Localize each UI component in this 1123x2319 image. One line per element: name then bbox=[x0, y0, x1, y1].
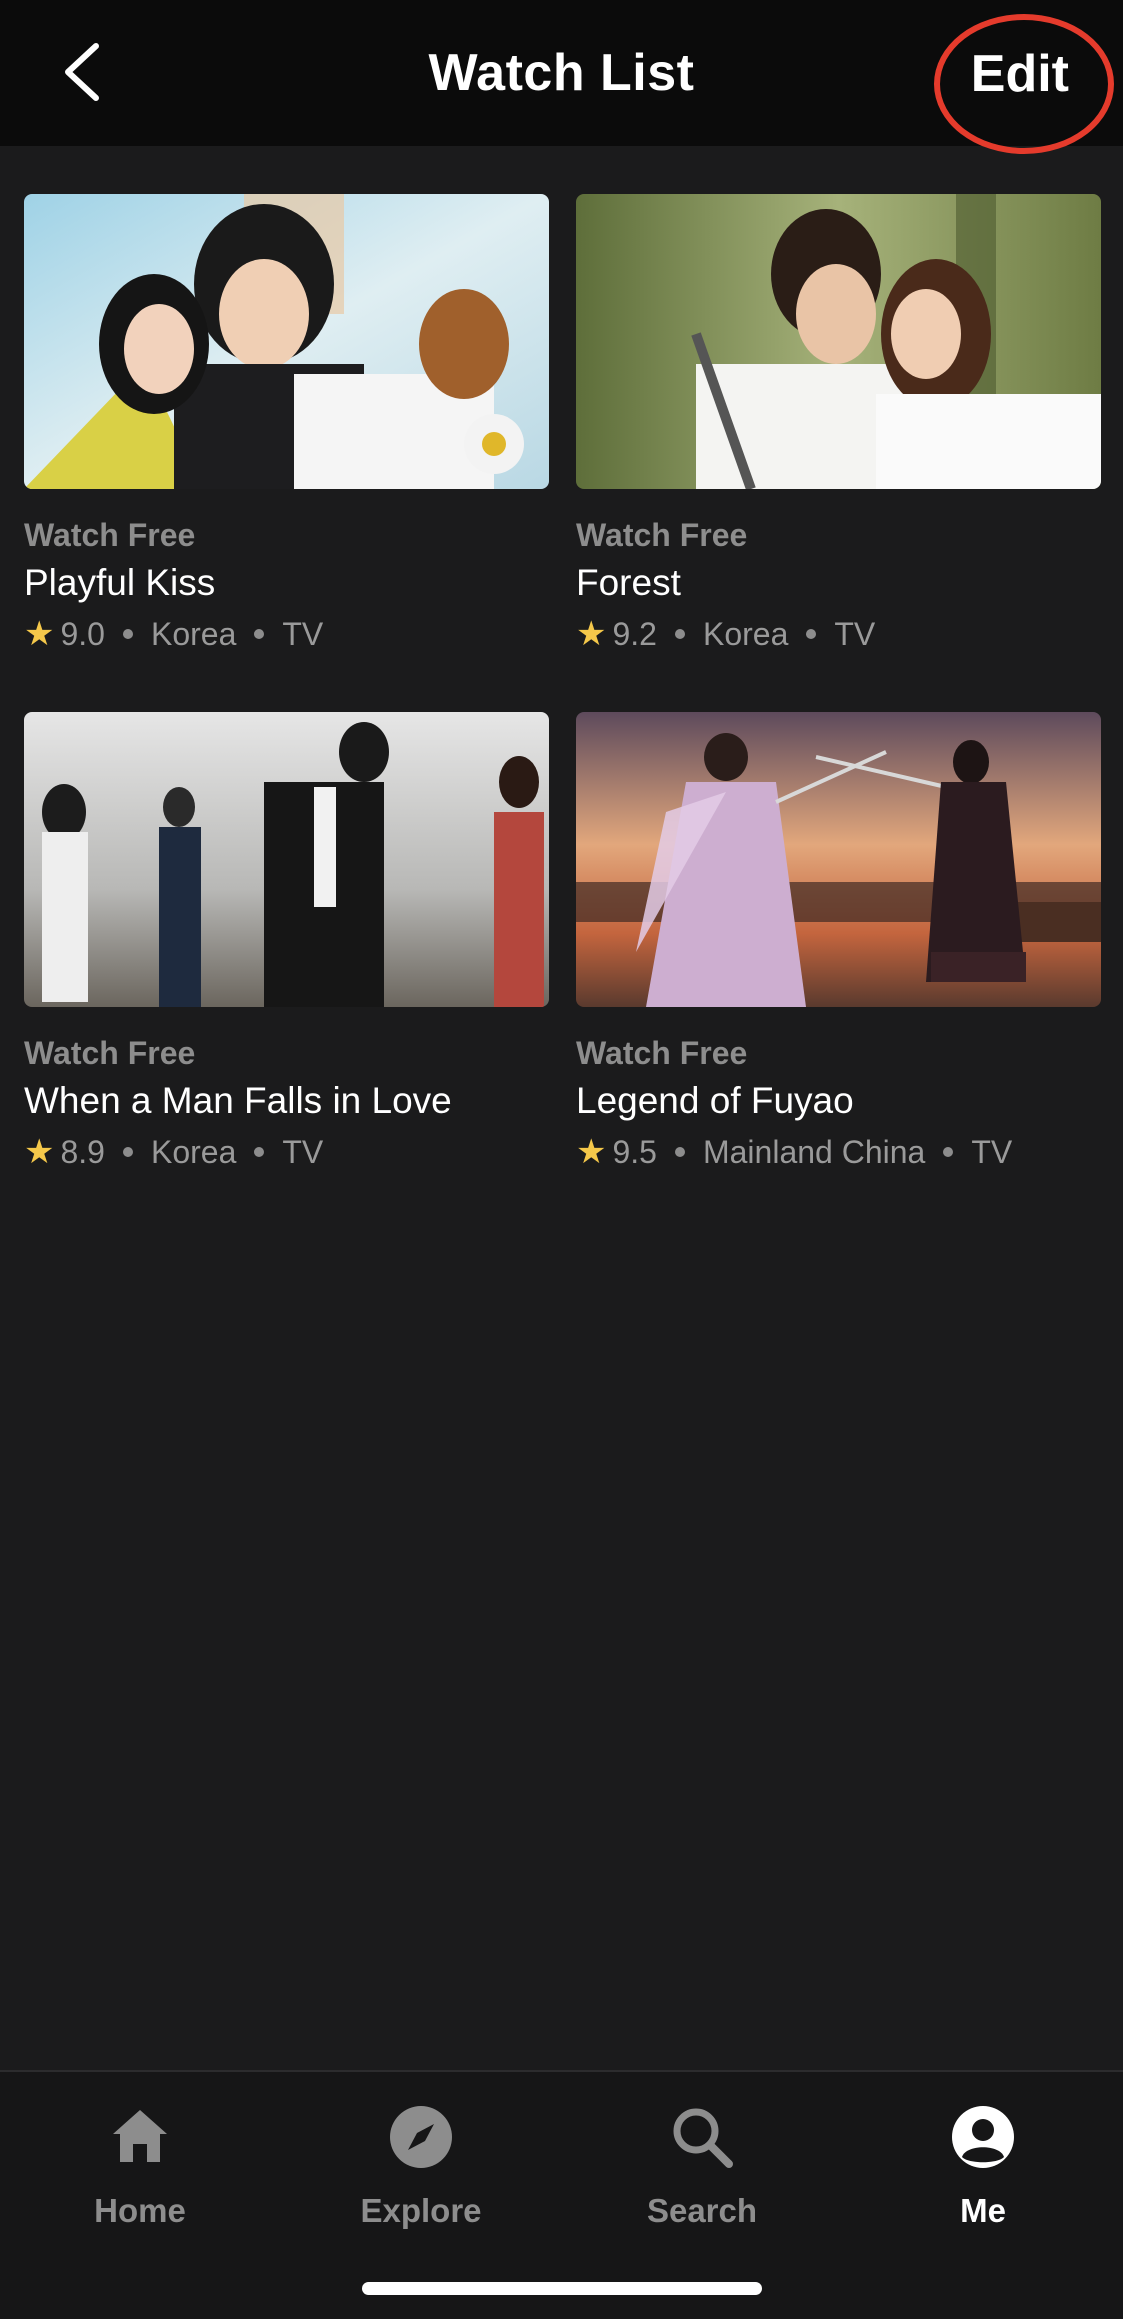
watch-list-item[interactable]: Watch Free Playful Kiss ★ 9.0 Korea TV bbox=[24, 194, 549, 654]
poster-thumbnail[interactable] bbox=[24, 194, 549, 489]
tab-label: Me bbox=[960, 2192, 1006, 2229]
back-button[interactable] bbox=[40, 30, 124, 114]
poster-thumbnail[interactable] bbox=[576, 712, 1101, 1007]
separator-dot bbox=[122, 629, 133, 639]
tab-home[interactable]: Home bbox=[40, 2102, 240, 2230]
rating: 9.2 bbox=[612, 615, 657, 652]
tab-me[interactable]: Me bbox=[883, 2102, 1083, 2230]
tab-label: Home bbox=[94, 2192, 186, 2229]
watch-list-grid: Watch Free Playful Kiss ★ 9.0 Korea TV W… bbox=[24, 194, 1101, 1172]
tab-label: Search bbox=[646, 2192, 758, 2229]
star-icon: ★ bbox=[24, 615, 55, 653]
separator-dot bbox=[122, 1147, 133, 1157]
watch-free-badge: Watch Free bbox=[576, 517, 748, 553]
country: Mainland China bbox=[702, 1133, 926, 1170]
country: Korea bbox=[702, 615, 789, 652]
watch-list-item[interactable]: Watch Free Forest ★ 9.2 Korea TV bbox=[576, 194, 1101, 654]
star-icon: ★ bbox=[576, 615, 607, 653]
content-type: TV bbox=[282, 615, 324, 652]
separator-dot bbox=[806, 629, 817, 639]
header-bar: Watch List Edit bbox=[0, 0, 1123, 154]
content-type: TV bbox=[971, 1133, 1013, 1170]
separator-dot bbox=[254, 1147, 265, 1157]
watch-list-item[interactable]: Watch Free Legend of Fuyao ★ 9.5 Mainlan… bbox=[576, 712, 1101, 1172]
show-title: Forest bbox=[576, 562, 681, 603]
separator-dot bbox=[943, 1147, 954, 1157]
star-icon: ★ bbox=[24, 1133, 55, 1171]
show-meta: ★ 9.0 Korea TV bbox=[24, 614, 549, 654]
show-title: Legend of Fuyao bbox=[576, 1080, 854, 1121]
country: Korea bbox=[150, 615, 237, 652]
show-title: When a Man Falls in Love bbox=[24, 1080, 452, 1121]
profile-icon bbox=[952, 2106, 1014, 2168]
poster-thumbnail[interactable] bbox=[576, 194, 1101, 489]
content-type: TV bbox=[834, 615, 876, 652]
chevron-left-icon bbox=[65, 43, 99, 101]
tab-search[interactable]: Search bbox=[602, 2102, 802, 2230]
poster-thumbnail[interactable] bbox=[24, 712, 549, 1007]
star-icon: ★ bbox=[576, 1133, 607, 1171]
separator-dot bbox=[674, 629, 685, 639]
watch-free-badge: Watch Free bbox=[24, 517, 196, 553]
tab-label: Explore bbox=[360, 2192, 482, 2229]
content-type: TV bbox=[282, 1133, 324, 1170]
search-icon bbox=[673, 2108, 733, 2168]
show-meta: ★ 8.9 Korea TV bbox=[24, 1132, 549, 1172]
watch-list-item[interactable]: Watch Free When a Man Falls in Love ★ 8.… bbox=[24, 712, 549, 1172]
show-title: Playful Kiss bbox=[24, 562, 216, 603]
watch-free-badge: Watch Free bbox=[576, 1035, 748, 1071]
watch-free-badge: Watch Free bbox=[24, 1035, 196, 1071]
rating: 9.0 bbox=[60, 615, 105, 652]
home-icon bbox=[113, 2110, 167, 2162]
show-meta: ★ 9.2 Korea TV bbox=[576, 614, 1101, 654]
separator-dot bbox=[674, 1147, 685, 1157]
home-indicator[interactable] bbox=[362, 2282, 762, 2295]
rating: 8.9 bbox=[60, 1133, 105, 1170]
rating: 9.5 bbox=[612, 1133, 657, 1170]
separator-dot bbox=[254, 629, 265, 639]
show-meta: ★ 9.5 Mainland China TV bbox=[576, 1132, 1101, 1172]
compass-icon bbox=[390, 2106, 452, 2168]
tab-explore[interactable]: Explore bbox=[321, 2102, 521, 2230]
country: Korea bbox=[150, 1133, 237, 1170]
edit-button[interactable]: Edit bbox=[951, 26, 1089, 122]
